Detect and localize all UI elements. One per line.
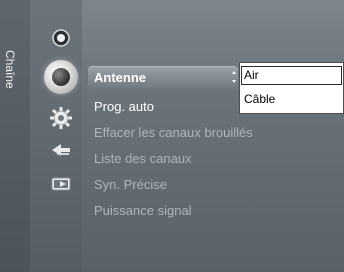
menu-item-puissance-signal: Puissance signal <box>94 203 192 218</box>
channel-icon[interactable] <box>44 60 78 94</box>
menu-item-syn-precise: Syn. Précise <box>94 177 167 192</box>
setup-icon[interactable] <box>49 106 73 130</box>
picture-icon[interactable] <box>49 26 73 50</box>
menu-item-effacer-canaux: Effacer les canaux brouillés <box>94 125 253 140</box>
application-icon[interactable] <box>49 172 73 196</box>
menu-category-tab: Chaîne <box>0 0 30 272</box>
menu-item-antenne[interactable]: Antenne <box>94 70 146 85</box>
antenna-dropdown[interactable]: Air Câble <box>239 62 344 114</box>
chevron-up-down-icon <box>232 71 236 83</box>
dropdown-option-air[interactable]: Air <box>240 65 343 86</box>
dropdown-option-cable[interactable]: Câble <box>240 89 343 110</box>
menu-item-prog-auto[interactable]: Prog. auto <box>94 99 154 114</box>
input-icon[interactable] <box>49 138 73 162</box>
menu-category-label: Chaîne <box>3 50 17 89</box>
menu-item-liste-canaux: Liste des canaux <box>94 151 192 166</box>
